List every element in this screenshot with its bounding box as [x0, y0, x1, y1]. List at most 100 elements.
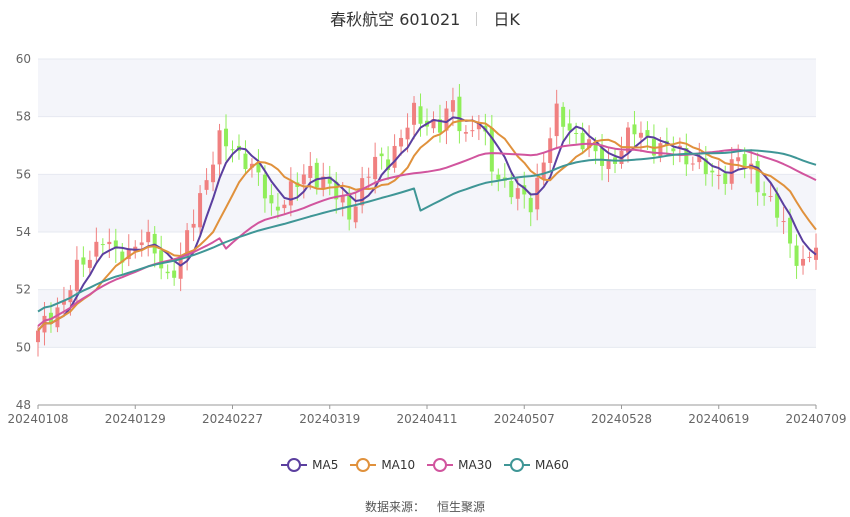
candle-body [561, 106, 566, 127]
x-tick-label: 20240129 [105, 412, 166, 426]
y-tick-label: 50 [16, 340, 31, 354]
candle-body [781, 221, 786, 223]
x-tick-label: 20240619 [688, 412, 749, 426]
candle-body [574, 132, 579, 134]
y-tick-label: 56 [16, 167, 31, 181]
candle-body [580, 132, 585, 150]
candle-body [515, 188, 520, 199]
candle-body [723, 173, 728, 184]
candle-body [353, 206, 358, 223]
candle-body [191, 223, 196, 228]
y-axis-labels: 48 50 52 54 56 58 60 [16, 52, 31, 412]
candle-body [405, 127, 410, 140]
legend-marker [427, 458, 454, 472]
candle-body [742, 154, 747, 166]
candle-body [55, 307, 60, 328]
legend-item-ma10[interactable]: MA10 [350, 458, 415, 472]
candle-body [632, 124, 637, 135]
legend: MA5 MA10 MA30 MA60 [0, 458, 850, 475]
candle-body [230, 149, 235, 151]
legend-item-ma5[interactable]: MA5 [281, 458, 338, 472]
x-axis: 20240108 20240129 20240227 20240319 20240411… [7, 404, 847, 426]
plot-bands [38, 59, 816, 348]
candle-body [541, 162, 546, 180]
x-tick-label: 20240108 [7, 412, 68, 426]
candle-body [755, 161, 760, 193]
candle-body [638, 132, 643, 138]
candle-body [360, 178, 365, 206]
candle-body [282, 204, 287, 209]
legend-marker [281, 458, 308, 472]
candle-body [762, 193, 767, 196]
candle-body [146, 231, 151, 243]
candle-body [269, 195, 274, 204]
candle-body [74, 259, 79, 291]
candle-body [710, 170, 715, 173]
candle-body [172, 270, 177, 278]
legend-label: MA10 [381, 458, 416, 472]
candle-body [159, 250, 164, 269]
candle-body [314, 162, 319, 188]
y-tick-label: 58 [16, 110, 31, 124]
candle-body [470, 130, 475, 132]
candle-body [528, 197, 533, 213]
y-tick-label: 52 [16, 283, 31, 297]
candle-body [450, 100, 455, 112]
candle-body [87, 259, 92, 268]
plot-band [38, 174, 816, 232]
plot-band [38, 59, 816, 117]
candle-body [204, 180, 209, 190]
candle-body [243, 153, 248, 170]
candle-body [807, 256, 812, 258]
candle-body [457, 96, 462, 132]
candle-body [301, 174, 306, 185]
candle-body [658, 143, 663, 157]
legend-label: MA5 [312, 458, 339, 472]
candle-body [600, 147, 605, 166]
candle-body [100, 244, 105, 246]
candle-body [768, 196, 773, 198]
candle-body [567, 123, 572, 131]
source-value: 恒生聚源 [437, 500, 486, 514]
candle-body [554, 103, 559, 137]
candle-body [275, 206, 280, 211]
candle-body [139, 242, 144, 246]
x-tick-label: 20240709 [785, 412, 846, 426]
candle-body [107, 241, 112, 245]
legend-label: MA60 [535, 458, 569, 472]
candle-body [373, 156, 378, 180]
candle-body [788, 217, 793, 244]
candle-body [418, 106, 423, 124]
candle-body [379, 153, 384, 157]
legend-label: MA30 [458, 458, 493, 472]
candle-body [81, 257, 86, 265]
x-tick-label: 20240528 [591, 412, 652, 426]
candle-body [366, 176, 371, 178]
candle-body [801, 258, 806, 266]
candle-body [509, 181, 514, 198]
x-tick-label: 20240227 [202, 412, 263, 426]
candle-body [211, 164, 216, 183]
candle-body [217, 130, 222, 165]
candle-body [399, 137, 404, 147]
legend-item-ma30[interactable]: MA30 [427, 458, 492, 472]
plot-band [38, 289, 816, 348]
candle-body [94, 241, 99, 257]
y-tick-label: 54 [16, 225, 31, 239]
candle-body [198, 193, 203, 228]
candle-body [794, 245, 799, 266]
y-tick-label: 48 [16, 398, 31, 412]
kline-chart: 48505254565860 20240108 20240129 20240227 2… [7, 52, 847, 426]
candle-body [392, 145, 397, 168]
candle-body [165, 271, 170, 274]
x-tick-label: 20240411 [396, 412, 457, 426]
candle-body [496, 174, 501, 180]
y-tick-label: 60 [16, 52, 31, 66]
candle-body [308, 165, 313, 178]
candle-body [340, 196, 345, 203]
legend-marker [504, 458, 531, 472]
legend-item-ma60[interactable]: MA60 [504, 458, 569, 472]
x-tick-label: 20240319 [299, 412, 360, 426]
data-source: 数据来源： 恒生聚源 [0, 498, 850, 515]
candle-body [671, 148, 676, 152]
